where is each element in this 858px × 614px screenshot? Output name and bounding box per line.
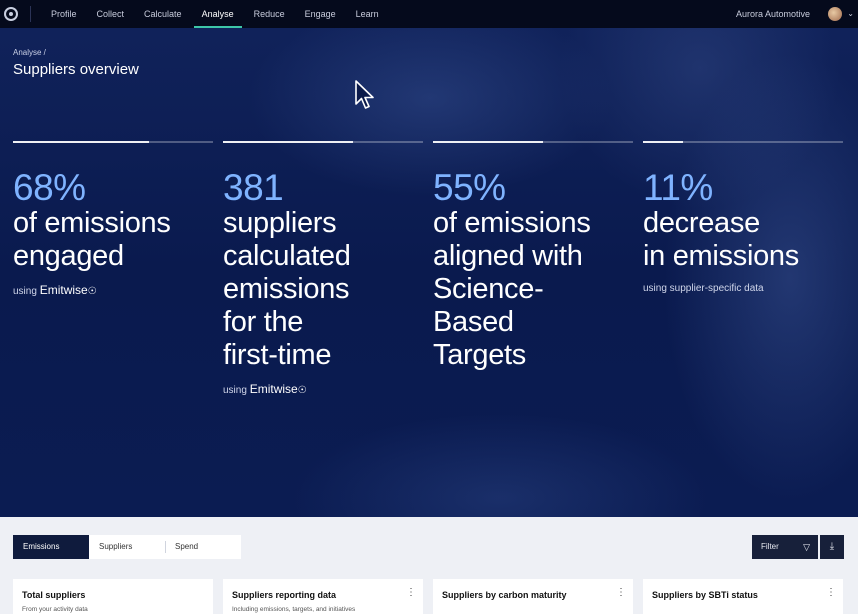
emitwise-logo-icon[interactable]	[4, 7, 18, 21]
nav-item-analyse[interactable]: Analyse	[192, 0, 244, 28]
stat-note: using supplier-specific data	[643, 283, 764, 294]
nav-item-calculate[interactable]: Calculate	[134, 0, 192, 28]
card-total-suppliers: Total suppliers From your activity data	[13, 579, 213, 614]
filter-icon: ▽	[803, 542, 810, 552]
more-vertical-icon[interactable]: ⋮	[616, 588, 626, 598]
card-title: Suppliers reporting data	[232, 590, 337, 600]
nav-item-profile[interactable]: Profile	[41, 0, 87, 28]
stat-value: 381	[223, 167, 284, 208]
top-navigation-bar: Profile Collect Calculate Analyse Reduce…	[0, 0, 858, 28]
download-icon: ⤓	[829, 541, 835, 552]
stat-description: suppliers calculated emissions for the f…	[223, 207, 351, 371]
more-vertical-icon[interactable]: ⋮	[406, 588, 416, 598]
stat-emissions-decrease: 11% decrease in emissions using supplier…	[643, 141, 843, 294]
stat-value: 11%	[643, 167, 713, 208]
emitwise-brand: Emitwise	[39, 283, 88, 297]
main-nav: Profile Collect Calculate Analyse Reduce…	[41, 0, 389, 28]
stat-progress-bar	[643, 141, 843, 143]
stat-description: decrease in emissions	[643, 207, 799, 272]
stat-progress-bar	[223, 141, 423, 143]
stat-value: 55%	[433, 167, 506, 208]
mouse-cursor-icon	[355, 80, 374, 109]
nav-item-reduce[interactable]: Reduce	[244, 0, 295, 28]
page-title: Suppliers overview	[13, 61, 139, 78]
hero-section: Analyse / Suppliers overview 68% of emis…	[0, 28, 858, 517]
stat-note: using Emitwise☉	[13, 283, 97, 297]
stat-value: 68%	[13, 167, 86, 208]
card-title: Suppliers by SBTi status	[652, 590, 758, 600]
tab-emissions[interactable]: Emissions	[13, 535, 89, 559]
card-subtitle: Including emissions, targets, and initia…	[232, 606, 356, 613]
card-sbti-status: Suppliers by SBTi status ⋮	[643, 579, 843, 614]
filter-button[interactable]: Filter ▽	[752, 535, 818, 559]
stat-progress-bar	[433, 141, 633, 143]
emitwise-logo-icon: ☉	[297, 385, 307, 396]
stat-note: using Emitwise☉	[223, 382, 307, 396]
stat-progress-bar	[13, 141, 213, 143]
tab-suppliers[interactable]: Suppliers	[89, 535, 165, 559]
download-button[interactable]: ⤓	[820, 535, 844, 559]
chevron-down-icon[interactable]: ⌄	[847, 9, 854, 18]
user-avatar[interactable]	[828, 7, 842, 21]
view-tabs: Emissions Suppliers Spend	[13, 535, 241, 559]
emitwise-logo-icon: ☉	[87, 286, 97, 297]
nav-item-learn[interactable]: Learn	[346, 0, 389, 28]
stat-description: of emissions engaged	[13, 207, 171, 272]
nav-item-collect[interactable]: Collect	[87, 0, 135, 28]
dashboard-section: Emissions Suppliers Spend Filter ▽ ⤓ Tot…	[0, 517, 858, 614]
organization-name[interactable]: Aurora Automotive	[736, 0, 810, 28]
nav-divider	[30, 6, 31, 22]
stat-emissions-engaged: 68% of emissions engaged using Emitwise☉	[13, 141, 213, 297]
stat-emissions-sbt-aligned: 55% of emissions aligned with Science- B…	[433, 141, 633, 372]
breadcrumb[interactable]: Analyse /	[13, 48, 46, 57]
card-title: Total suppliers	[22, 590, 86, 600]
card-carbon-maturity: Suppliers by carbon maturity ⋮	[433, 579, 633, 614]
tab-spend[interactable]: Spend	[165, 535, 241, 559]
nav-item-engage[interactable]: Engage	[295, 0, 346, 28]
card-suppliers-reporting: Suppliers reporting data Including emiss…	[223, 579, 423, 614]
more-vertical-icon[interactable]: ⋮	[826, 588, 836, 598]
stat-description: of emissions aligned with Science- Based…	[433, 207, 591, 371]
stat-suppliers-calculated: 381 suppliers calculated emissions for t…	[223, 141, 423, 396]
emitwise-brand: Emitwise	[249, 382, 298, 396]
card-subtitle: From your activity data	[22, 606, 88, 613]
card-title: Suppliers by carbon maturity	[442, 590, 567, 600]
